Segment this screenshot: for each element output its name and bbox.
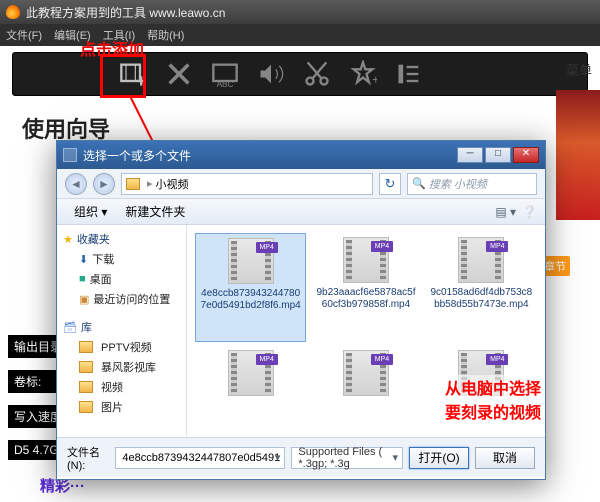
dialog-titlebar[interactable]: 选择一个或多个文件 ─ □ ✕ <box>57 141 545 169</box>
app-icon <box>6 5 20 19</box>
annotation-highlight-box <box>100 54 146 98</box>
side-menu-label[interactable]: 菜单 <box>566 60 592 79</box>
folder-icon <box>79 401 93 413</box>
chapter-icon[interactable] <box>395 60 423 88</box>
file-item[interactable]: MP49b23aaacf6e5878ac5f60cf3b979858f.mp4 <box>310 233 421 342</box>
tree-libraries[interactable]: 🗃库 <box>57 317 186 337</box>
app-titlebar: 此教程方案用到的工具 www.leawo.cn <box>0 0 600 24</box>
address-bar-row: ◄ ► ▸ 小视频 ↻ 🔍 搜索 小视频 <box>57 169 545 199</box>
desktop-icon: ■ <box>79 273 86 285</box>
recent-icon: ▣ <box>79 293 89 306</box>
search-placeholder: 搜索 小视频 <box>429 176 487 192</box>
effect-icon[interactable]: + <box>349 60 377 88</box>
filename-label: 文件名(N): <box>67 444 109 472</box>
library-icon: 🗃 <box>63 321 77 334</box>
menu-file[interactable]: 文件(F) <box>6 27 42 43</box>
nav-tree: ★收藏夹 ⬇下载 ■桌面 ▣最近访问的位置 🗃库 PPTV视频 暴风影视库 视频… <box>57 225 187 437</box>
tree-favorites[interactable]: ★收藏夹 <box>57 229 186 249</box>
dialog-icon <box>63 148 77 162</box>
folder-icon <box>126 178 140 190</box>
subtitle-icon[interactable]: ABC <box>211 60 239 88</box>
folder-icon <box>79 361 93 373</box>
maximize-button[interactable]: □ <box>485 147 511 163</box>
file-item[interactable]: MP4 <box>310 346 421 429</box>
refresh-button[interactable]: ↻ <box>379 173 401 195</box>
search-input[interactable]: 🔍 搜索 小视频 <box>407 173 537 195</box>
breadcrumb[interactable]: ▸ 小视频 <box>121 173 373 195</box>
tree-desktop[interactable]: ■桌面 <box>57 269 186 289</box>
file-item[interactable]: MP4 <box>195 346 306 429</box>
close-icon[interactable] <box>165 60 193 88</box>
tree-pictures[interactable]: 图片 <box>57 397 186 417</box>
download-icon: ⬇ <box>79 253 88 266</box>
template-thumbnail[interactable] <box>556 90 600 220</box>
annotation-select-label: 从电脑中选择要刻录的视频 <box>445 375 545 423</box>
tree-downloads[interactable]: ⬇下载 <box>57 249 186 269</box>
dialog-title: 选择一个或多个文件 <box>83 147 191 164</box>
back-button[interactable]: ◄ <box>65 173 87 195</box>
forward-button[interactable]: ► <box>93 173 115 195</box>
breadcrumb-current[interactable]: 小视频 <box>156 176 189 192</box>
minimize-button[interactable]: ─ <box>457 147 483 163</box>
file-list: 从电脑中选择要刻录的视频 MP44e8ccb8739432447807e0d54… <box>187 225 545 437</box>
view-mode-button[interactable]: ▤ ▾ <box>495 205 516 219</box>
new-folder-button[interactable]: 新建文件夹 <box>116 200 194 223</box>
folder-icon <box>79 341 93 353</box>
tree-pptv[interactable]: PPTV视频 <box>57 337 186 357</box>
menu-help[interactable]: 帮助(H) <box>147 27 184 43</box>
filetype-select[interactable]: Supported Files ( *.3gp; *.3g <box>291 447 403 469</box>
annotation-add-label: 点击添加 <box>80 36 144 60</box>
dialog-toolbar: 组织 ▾ 新建文件夹 ▤ ▾ ❔ <box>57 199 545 225</box>
open-button[interactable]: 打开(O) <box>409 447 469 469</box>
filename-input[interactable]: 4e8ccb8739432447807e0d5491 <box>115 447 285 469</box>
help-icon[interactable]: ❔ <box>522 205 537 219</box>
cut-icon[interactable] <box>303 60 331 88</box>
tree-videos[interactable]: 视频 <box>57 377 186 397</box>
close-button[interactable]: ✕ <box>513 147 539 163</box>
organize-button[interactable]: 组织 ▾ <box>65 200 116 223</box>
dialog-footer: 文件名(N): 4e8ccb8739432447807e0d5491 Suppo… <box>57 437 545 477</box>
folder-icon <box>79 381 93 393</box>
svg-text:+: + <box>372 73 377 86</box>
star-icon: ★ <box>63 233 73 246</box>
cancel-button[interactable]: 取消 <box>475 447 535 469</box>
tree-baofeng[interactable]: 暴风影视库 <box>57 357 186 377</box>
tree-recent[interactable]: ▣最近访问的位置 <box>57 289 186 309</box>
file-item[interactable]: MP44e8ccb8739432447807e0d5491bd2f8f6.mp4 <box>195 233 306 342</box>
file-open-dialog: 选择一个或多个文件 ─ □ ✕ ◄ ► ▸ 小视频 ↻ 🔍 搜索 小视频 组织 … <box>56 140 546 480</box>
audio-icon[interactable] <box>257 60 285 88</box>
svg-text:ABC: ABC <box>217 80 234 88</box>
search-icon: 🔍 <box>412 177 426 190</box>
file-item[interactable]: MP49c0158ad6df4db753c8bb58d55b7473e.mp4 <box>426 233 537 342</box>
app-title: 此教程方案用到的工具 www.leawo.cn <box>26 4 225 21</box>
